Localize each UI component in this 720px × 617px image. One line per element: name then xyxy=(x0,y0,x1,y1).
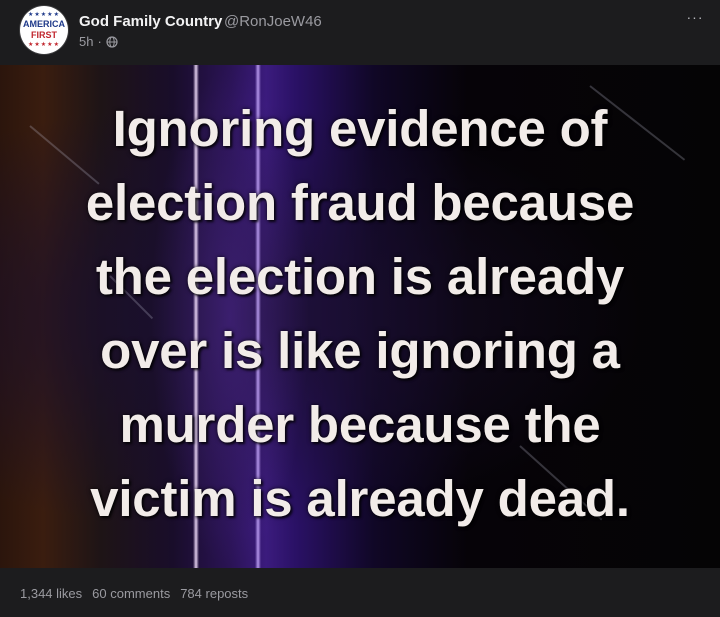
author-handle[interactable]: @RonJoeW46 xyxy=(224,13,322,30)
avatar-stars-top: ★★★★★ xyxy=(28,12,60,18)
avatar-text-line2: FIRST xyxy=(31,30,57,40)
image-quote-text: Ignoring evidence of election fraud beca… xyxy=(0,92,720,536)
quote-line: murder because the xyxy=(119,396,601,453)
post-card: ★★★★★ AMERICA FIRST ★★★★★ God Family Cou… xyxy=(0,0,720,617)
quote-line: the election is already xyxy=(95,248,625,305)
reposts-count[interactable]: 784 reposts xyxy=(180,586,248,601)
globe-icon xyxy=(106,35,118,48)
quote-line: over is like ignoring a xyxy=(100,322,620,379)
avatar-text-line1: AMERICA xyxy=(23,19,65,29)
post-timestamp[interactable]: 5h xyxy=(79,34,93,49)
avatar-stars-bottom: ★★★★★ xyxy=(28,42,60,48)
meta-separator: · xyxy=(97,34,102,49)
post-image[interactable]: Ignoring evidence of election fraud beca… xyxy=(0,65,720,568)
more-options-button[interactable]: ··· xyxy=(682,6,708,28)
comments-count[interactable]: 60 comments xyxy=(92,586,170,601)
quote-line: election fraud because xyxy=(85,174,635,231)
author-display-name[interactable]: God Family Country xyxy=(79,13,222,30)
quote-line: victim is already dead. xyxy=(90,470,630,527)
more-horizontal-icon: ··· xyxy=(686,9,704,25)
quote-line: Ignoring evidence of xyxy=(112,100,608,157)
avatar[interactable]: ★★★★★ AMERICA FIRST ★★★★★ xyxy=(20,6,68,54)
post-stats: 1,344 likes 60 comments 784 reposts xyxy=(20,586,248,601)
likes-count[interactable]: 1,344 likes xyxy=(20,586,82,601)
post-meta: 5h · xyxy=(79,34,118,49)
